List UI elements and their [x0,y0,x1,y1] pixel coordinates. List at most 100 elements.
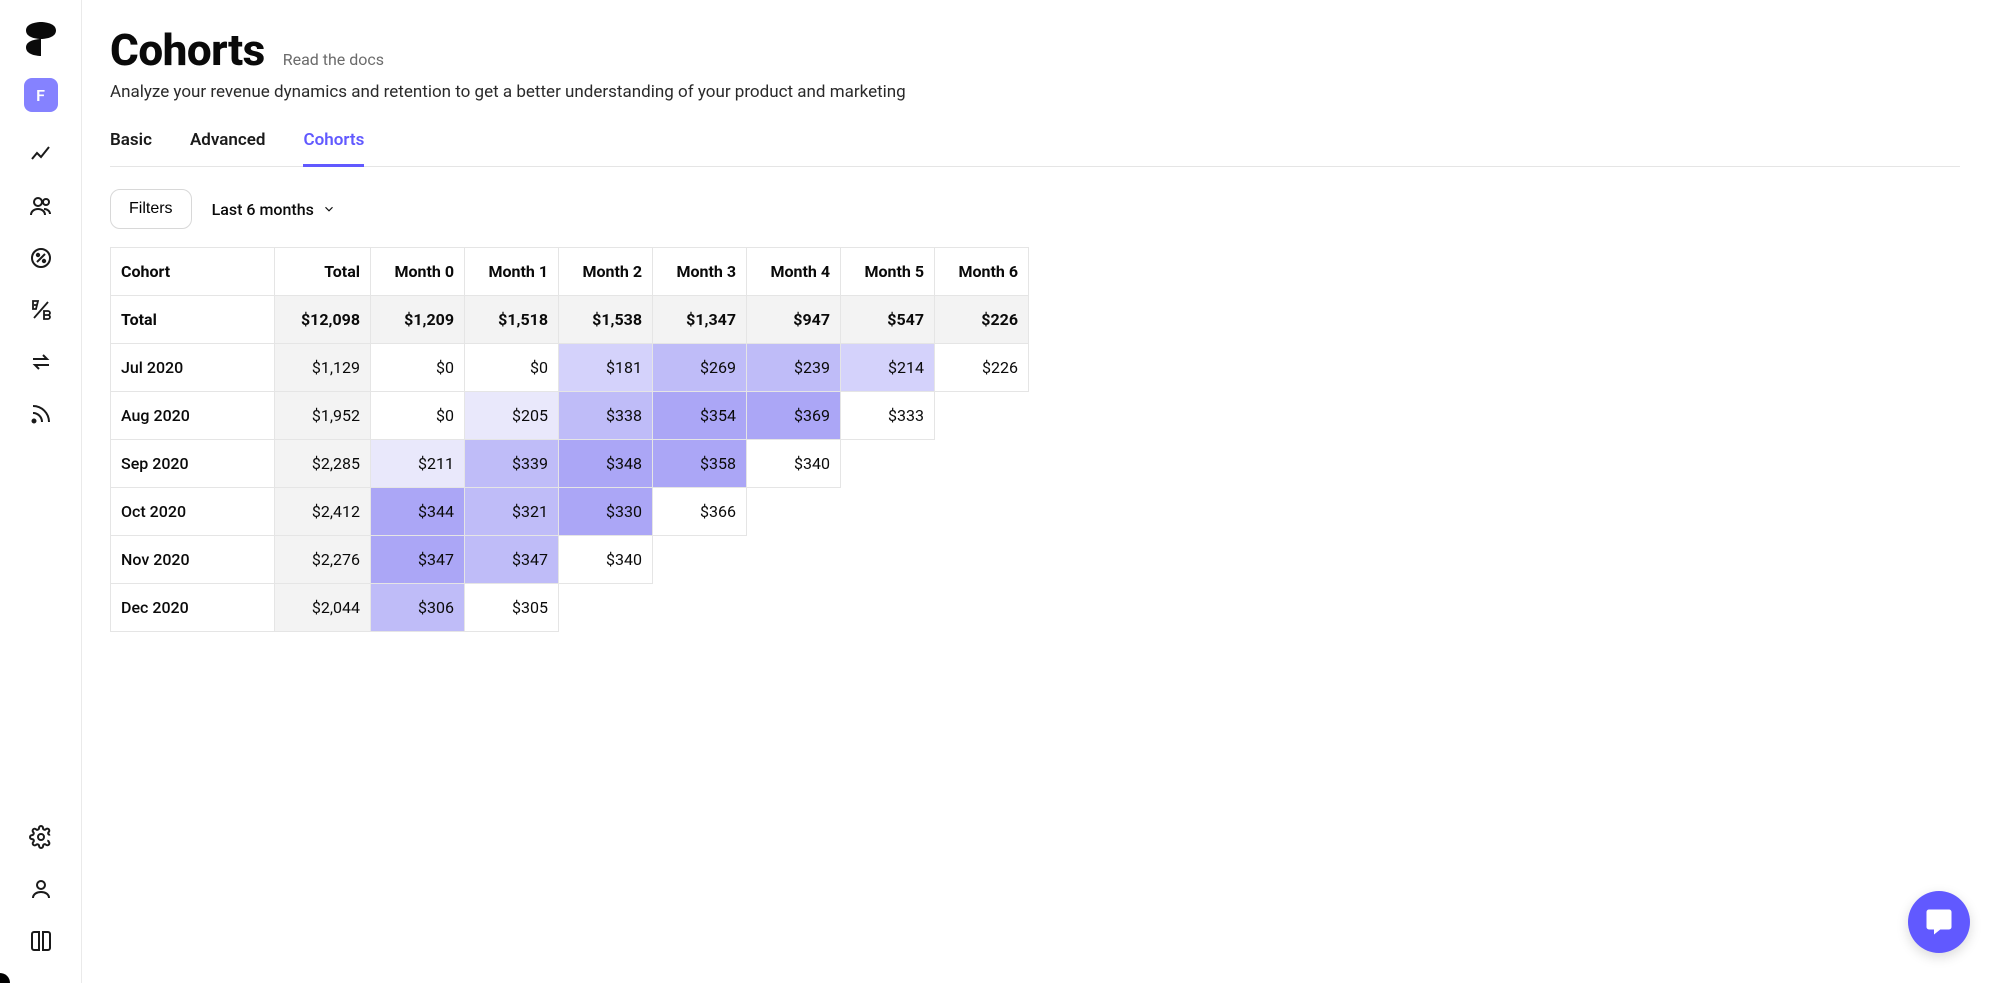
row-label: Jul 2020 [111,344,275,392]
col-header-month2: Month 2 [559,248,653,296]
chat-icon [1924,907,1954,937]
cell-value: $333 [841,392,935,440]
cell-empty [841,440,935,488]
cell-empty [653,536,747,584]
transfer-icon[interactable] [29,350,53,374]
row-total: $1,952 [275,392,371,440]
cell-empty [841,536,935,584]
tab-cohorts[interactable]: Cohorts [303,130,364,167]
cell-value: $306 [371,584,465,632]
cell-empty [935,584,1029,632]
cell-empty [935,536,1029,584]
table-row: Oct 2020$2,412$344$321$330$366 [111,488,1029,536]
total-row-m2: $1,538 [559,296,653,344]
cell-value: $239 [747,344,841,392]
cell-value: $369 [747,392,841,440]
cell-value: $321 [465,488,559,536]
row-label: Aug 2020 [111,392,275,440]
total-row-m0: $1,209 [371,296,465,344]
row-total: $2,412 [275,488,371,536]
workspace-avatar-initial: F [36,86,45,105]
total-row-m1: $1,518 [465,296,559,344]
date-range-label: Last 6 months [212,200,314,219]
total-row-label: Total [111,296,275,344]
cell-empty [747,584,841,632]
cell-value: $354 [653,392,747,440]
col-header-month1: Month 1 [465,248,559,296]
row-total: $1,129 [275,344,371,392]
col-header-cohort: Cohort [111,248,275,296]
logo-icon [26,22,56,56]
cell-empty [935,392,1029,440]
chat-button[interactable] [1908,891,1970,953]
tabs: Basic Advanced Cohorts [110,130,1960,167]
col-header-month5: Month 5 [841,248,935,296]
cell-value: $340 [747,440,841,488]
cell-empty [935,488,1029,536]
col-header-month0: Month 0 [371,248,465,296]
cell-value: $344 [371,488,465,536]
row-total: $2,276 [275,536,371,584]
cell-value: $348 [559,440,653,488]
sidebar: F [0,0,82,983]
table-row: Sep 2020$2,285$211$339$348$358$340 [111,440,1029,488]
cell-value: $340 [559,536,653,584]
table-row: Jul 2020$1,129$0$0$181$269$239$214$226 [111,344,1029,392]
row-label: Dec 2020 [111,584,275,632]
col-header-month6: Month 6 [935,248,1029,296]
cell-value: $347 [371,536,465,584]
cell-empty [747,536,841,584]
cell-empty [747,488,841,536]
cell-empty [653,584,747,632]
total-row-total: $12,098 [275,296,371,344]
table-header-row: Cohort Total Month 0 Month 1 Month 2 Mon… [111,248,1029,296]
col-header-total: Total [275,248,371,296]
cell-value: $214 [841,344,935,392]
cell-value: $330 [559,488,653,536]
table-row: Aug 2020$1,952$0$205$338$354$369$333 [111,392,1029,440]
table-body: Total $12,098 $1,209 $1,518 $1,538 $1,34… [111,296,1029,632]
row-label: Oct 2020 [111,488,275,536]
total-row-m6: $226 [935,296,1029,344]
workspace-avatar[interactable]: F [24,78,58,112]
chevron-down-icon [322,202,336,216]
col-header-month3: Month 3 [653,248,747,296]
page-header: Cohorts Read the docs [110,24,1960,76]
row-total: $2,044 [275,584,371,632]
cell-value: $226 [935,344,1029,392]
cell-value: $0 [371,344,465,392]
cell-value: $339 [465,440,559,488]
read-docs-link[interactable]: Read the docs [283,50,384,69]
cell-empty [559,584,653,632]
cell-empty [841,488,935,536]
col-header-month4: Month 4 [747,248,841,296]
row-label: Sep 2020 [111,440,275,488]
row-total: $2,285 [275,440,371,488]
tab-advanced[interactable]: Advanced [190,130,266,166]
total-row-m3: $1,347 [653,296,747,344]
page-title: Cohorts [110,24,265,76]
users-icon[interactable] [29,194,53,218]
cell-value: $205 [465,392,559,440]
cell-value: $269 [653,344,747,392]
rss-icon[interactable] [29,402,53,426]
cell-empty [841,584,935,632]
sidebar-bottom [29,825,53,953]
date-range-dropdown[interactable]: Last 6 months [212,200,336,219]
trends-icon[interactable] [29,142,53,166]
sidebar-nav [29,142,53,426]
cell-value: $181 [559,344,653,392]
tab-basic[interactable]: Basic [110,130,152,166]
discount-icon[interactable] [29,246,53,270]
cell-value: $358 [653,440,747,488]
cell-value: $338 [559,392,653,440]
table-total-row: Total $12,098 $1,209 $1,518 $1,538 $1,34… [111,296,1029,344]
docs-icon[interactable] [29,929,53,953]
ab-test-icon[interactable] [29,298,53,322]
settings-icon[interactable] [29,825,53,849]
main-content: Cohorts Read the docs Analyze your reven… [82,0,2000,632]
filters-button[interactable]: Filters [110,189,192,229]
page-subtitle: Analyze your revenue dynamics and retent… [110,82,1960,102]
cell-value: $305 [465,584,559,632]
profile-icon[interactable] [29,877,53,901]
